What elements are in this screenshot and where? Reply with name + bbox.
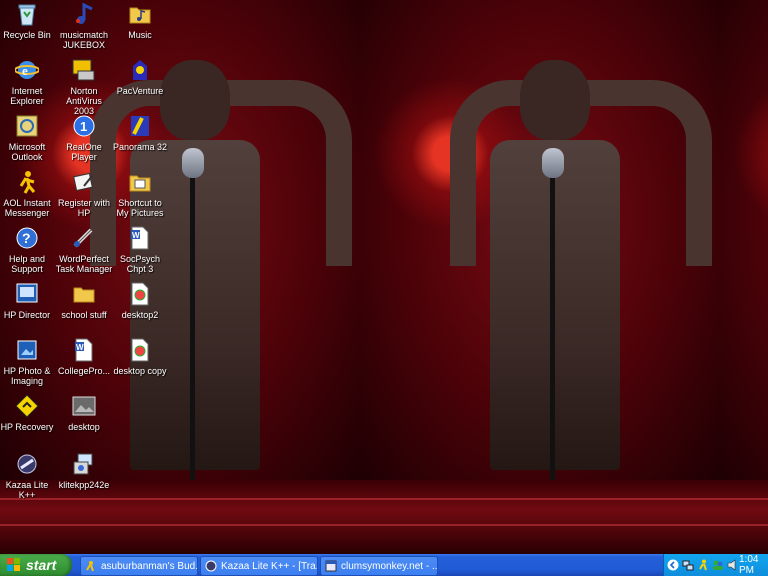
- desktop-icon-pacventure[interactable]: PacVenture: [111, 58, 169, 112]
- realone-icon: 1: [72, 114, 96, 138]
- internet-explorer-icon: e: [15, 58, 39, 82]
- task-label: clumsymonkey.net - ...: [341, 560, 438, 572]
- kazaa-icon: [15, 452, 39, 476]
- svg-text:W: W: [76, 343, 84, 352]
- wallpaper-tile: [360, 0, 720, 480]
- taskbar-button-buddy-list[interactable]: asuburbanman's Bud...: [80, 556, 198, 576]
- taskbar: start asuburbanman's Bud... Kazaa Lite K…: [0, 554, 768, 576]
- hp-director-icon: [15, 282, 39, 306]
- music-folder-icon: [128, 2, 152, 26]
- desktop: Recycle Bin e Internet Explorer Microsof…: [0, 0, 768, 554]
- task-label: asuburbanman's Bud...: [101, 560, 198, 572]
- taskbar-button-kazaa[interactable]: Kazaa Lite K++ - [Tra...: [200, 556, 318, 576]
- desktop-icon-kazaa[interactable]: Kazaa Lite K++: [0, 452, 56, 506]
- help-icon: ?: [15, 226, 39, 250]
- recycle-bin-icon: [15, 2, 39, 26]
- desktop-icon-help[interactable]: ? Help and Support: [0, 226, 56, 280]
- wallpaper-stripe: [0, 480, 768, 554]
- start-button[interactable]: start: [0, 554, 72, 576]
- kazaa-icon: [205, 560, 217, 572]
- task-label: Kazaa Lite K++ - [Tra...: [221, 560, 318, 572]
- pictures-shortcut-icon: [128, 170, 152, 194]
- desktop-icon-socpsych[interactable]: W SocPsych Chpt 3: [111, 226, 169, 280]
- desktop-icon-outlook[interactable]: Microsoft Outlook: [0, 114, 56, 168]
- register-icon: [72, 170, 96, 194]
- aim-buddy-icon: [85, 560, 97, 572]
- taskbar-button-browser[interactable]: clumsymonkey.net - ...: [320, 556, 438, 576]
- pacventure-icon: [128, 58, 152, 82]
- desktop-icon-music[interactable]: Music: [111, 2, 169, 56]
- word-doc-icon: W: [128, 226, 152, 250]
- desktop-icon-hp-director[interactable]: HP Director: [0, 282, 56, 336]
- desktop-icon-school-stuff[interactable]: school stuff: [55, 282, 113, 336]
- svg-text:?: ?: [22, 230, 31, 246]
- wallpaper-tile: [720, 0, 768, 480]
- desktop-icon-aim[interactable]: AOL Instant Messenger: [0, 170, 56, 224]
- desktop-icon-musicmatch[interactable]: musicmatch JUKEBOX: [55, 2, 113, 56]
- clock[interactable]: 1:04 PM: [739, 554, 760, 576]
- desktop-icon-collegepro[interactable]: W CollegePro...: [55, 338, 113, 392]
- image-file-icon: [128, 338, 152, 362]
- aim-tray-icon[interactable]: [697, 559, 709, 571]
- outlook-icon: [15, 114, 39, 138]
- network-icon[interactable]: [682, 559, 694, 571]
- panorama-icon: [128, 114, 152, 138]
- desktop-icon-internet-explorer[interactable]: e Internet Explorer: [0, 58, 56, 112]
- svg-text:e: e: [22, 63, 28, 78]
- desktop-icon-panorama[interactable]: Panorama 32: [111, 114, 169, 168]
- hp-photo-icon: [15, 338, 39, 362]
- desktop-icon-wordperfect[interactable]: WordPerfect Task Manager: [55, 226, 113, 280]
- norton-icon: [72, 58, 96, 82]
- aim-icon: [15, 170, 39, 194]
- desktop-icon-norton[interactable]: Norton AntiVirus 2003: [55, 58, 113, 116]
- musicmatch-icon: [72, 2, 96, 26]
- desktop-icon-hp-photo[interactable]: HP Photo & Imaging: [0, 338, 56, 392]
- wordperfect-icon: [72, 226, 96, 250]
- windows-logo-icon: [7, 558, 21, 572]
- folder-icon: [72, 282, 96, 306]
- image-file-icon: [128, 282, 152, 306]
- desktop-icon-hp-recovery[interactable]: HP Recovery: [0, 394, 56, 448]
- desktop-icon-klitekpp242e[interactable]: klitekpp242e: [55, 452, 113, 506]
- svg-text:W: W: [132, 231, 140, 240]
- installer-icon: [72, 452, 96, 476]
- word-doc-icon: W: [72, 338, 96, 362]
- hp-recovery-icon: [15, 394, 39, 418]
- start-label: start: [26, 557, 57, 573]
- svg-text:1: 1: [80, 119, 87, 134]
- browser-icon: [325, 560, 337, 572]
- desktop-icon-my-pictures-shortcut[interactable]: Shortcut to My Pictures: [111, 170, 169, 224]
- desktop-icon-register-hp[interactable]: Register with HP: [55, 170, 113, 224]
- messenger-icon[interactable]: [712, 559, 724, 571]
- desktop-icon-recycle-bin[interactable]: Recycle Bin: [0, 2, 56, 56]
- system-tray: 1:04 PM: [663, 554, 768, 576]
- desktop-icon-desktop-copy[interactable]: desktop copy: [111, 338, 169, 392]
- desktop-icon-realone[interactable]: 1 RealOne Player: [55, 114, 113, 168]
- volume-icon[interactable]: [727, 559, 739, 571]
- back-arrow-icon[interactable]: [667, 559, 679, 571]
- image-file-icon: [72, 394, 96, 418]
- desktop-icon-desktop[interactable]: desktop: [55, 394, 113, 448]
- desktop-icon-desktop2[interactable]: desktop2: [111, 282, 169, 336]
